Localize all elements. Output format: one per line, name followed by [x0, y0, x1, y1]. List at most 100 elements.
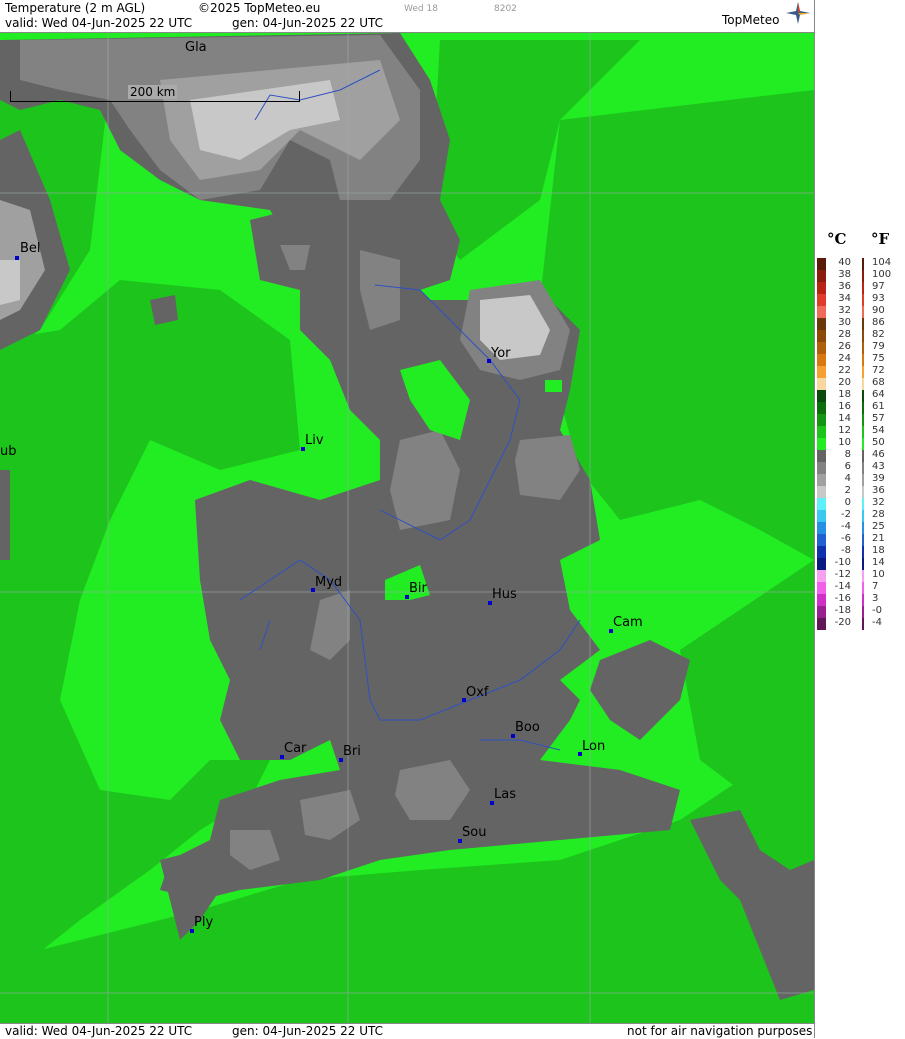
- legend-swatch: [817, 606, 826, 618]
- footer-generated-time: gen: 04-Jun-2025 22 UTC: [232, 1024, 384, 1038]
- legend-swatch: [817, 450, 826, 462]
- city-label-boo[interactable]: Boo: [515, 720, 540, 735]
- legend-celsius-value: 6: [844, 461, 851, 472]
- legend-swatch-f: [862, 282, 864, 294]
- legend-swatch-f: [862, 354, 864, 366]
- legend-swatch: [817, 558, 826, 570]
- legend-celsius-value: 36: [838, 281, 851, 292]
- legend-celsius-value: -8: [841, 545, 851, 556]
- legend-swatch: [817, 330, 826, 342]
- legend-swatch: [817, 522, 826, 534]
- temperature-legend: °C °F 40 104 38 100 36 97 34 93 32 90 30 86 28 82 26 79…: [814, 0, 905, 1038]
- city-label-myd[interactable]: Myd: [315, 575, 342, 590]
- legend-fahrenheit-value: 61: [872, 401, 885, 412]
- legend-celsius-value: 38: [838, 269, 851, 280]
- legend-fahrenheit-value: -0: [872, 605, 882, 616]
- legend-swatch: [817, 378, 826, 390]
- generated-time: gen: 04-Jun-2025 22 UTC: [232, 16, 384, 30]
- legend-fahrenheit-value: 68: [872, 377, 885, 388]
- legend-swatch: [817, 462, 826, 474]
- city-label-bri[interactable]: Bri: [343, 744, 361, 759]
- legend-fahrenheit-value: 7: [872, 581, 879, 592]
- footer-valid-time: valid: Wed 04-Jun-2025 22 UTC: [5, 1024, 193, 1038]
- legend-swatch-f: [862, 606, 864, 618]
- legend-swatch-f: [862, 558, 864, 570]
- legend-swatch-f: [862, 258, 864, 270]
- legend-celsius-value: -4: [841, 521, 851, 532]
- legend-swatch: [817, 510, 826, 522]
- city-label-bir[interactable]: Bir: [409, 581, 427, 596]
- legend-celsius-value: 18: [838, 389, 851, 400]
- legend-swatch-f: [862, 474, 864, 486]
- legend-swatch-f: [862, 594, 864, 606]
- legend-swatch: [817, 414, 826, 426]
- legend-fahrenheit-value: 32: [872, 497, 885, 508]
- legend-fahrenheit-value: 82: [872, 329, 885, 340]
- city-label-sou[interactable]: Sou: [462, 825, 486, 840]
- legend-celsius-value: 22: [838, 365, 851, 376]
- city-label-oxf[interactable]: Oxf: [466, 685, 489, 700]
- legend-swatch-f: [862, 426, 864, 438]
- legend-celsius-value: -2: [841, 509, 851, 520]
- legend-celsius-value: -18: [834, 605, 851, 616]
- legend-fahrenheit-value: 100: [872, 269, 892, 280]
- legend-fahrenheit-value: 18: [872, 545, 885, 556]
- legend-row: -20 -4: [815, 617, 905, 630]
- legend-swatch: [817, 342, 826, 354]
- map-footer: valid: Wed 04-Jun-2025 22 UTC gen: 04-Ju…: [0, 1023, 814, 1039]
- legend-swatch: [817, 534, 826, 546]
- city-label-lon[interactable]: Lon: [582, 739, 605, 754]
- city-label-liv[interactable]: Liv: [305, 433, 324, 448]
- city-label-hus[interactable]: Hus: [492, 587, 517, 602]
- city-label-las[interactable]: Las: [494, 787, 516, 802]
- legend-swatch-f: [862, 414, 864, 426]
- city-label-bel[interactable]: Bel: [20, 241, 41, 256]
- legend-fahrenheit-value: 46: [872, 449, 885, 460]
- legend-swatch: [817, 594, 826, 606]
- valid-time: valid: Wed 04-Jun-2025 22 UTC: [5, 16, 193, 30]
- legend-swatch: [817, 258, 826, 270]
- city-label-ub[interactable]: ub: [0, 444, 17, 459]
- legend-swatch: [817, 294, 826, 306]
- legend-fahrenheit-value: 14: [872, 557, 885, 568]
- legend-swatch-f: [862, 378, 864, 390]
- city-label-gla[interactable]: Gla: [185, 40, 207, 55]
- legend-swatch-f: [862, 618, 864, 630]
- city-label-ply[interactable]: Ply: [194, 915, 213, 930]
- legend-celsius-value: 24: [838, 353, 851, 364]
- copyright: ©2025 TopMeteo.eu: [198, 1, 321, 15]
- temperature-map[interactable]: 200 km: [0, 33, 814, 1023]
- map-title: Temperature (2 m AGL): [5, 1, 146, 15]
- legend-swatch-f: [862, 438, 864, 450]
- legend-swatch-f: [862, 342, 864, 354]
- legend-celsius-value: -20: [834, 617, 851, 628]
- legend-swatch: [817, 618, 826, 630]
- city-label-car[interactable]: Car: [284, 741, 306, 756]
- legend-fahrenheit-value: 64: [872, 389, 885, 400]
- legend-celsius-value: 28: [838, 329, 851, 340]
- celsius-unit: °C: [827, 230, 847, 248]
- legend-swatch-f: [862, 270, 864, 282]
- legend-celsius-value: 8: [844, 449, 851, 460]
- legend-fahrenheit-value: 104: [872, 257, 892, 268]
- legend-swatch-f: [862, 330, 864, 342]
- legend-fahrenheit-value: 90: [872, 305, 885, 316]
- fahrenheit-unit: °F: [871, 230, 890, 248]
- legend-fahrenheit-value: 50: [872, 437, 885, 448]
- legend-celsius-value: 2: [844, 485, 851, 496]
- legend-fahrenheit-value: 10: [872, 569, 885, 580]
- compass-star-icon: [786, 2, 810, 24]
- legend-celsius-value: 14: [838, 413, 851, 424]
- footer-disclaimer: not for air navigation purposes: [627, 1024, 813, 1038]
- legend-swatch-f: [862, 522, 864, 534]
- legend-celsius-value: 20: [838, 377, 851, 388]
- legend-celsius-value: -12: [834, 569, 851, 580]
- legend-fahrenheit-value: 21: [872, 533, 885, 544]
- city-label-cam[interactable]: Cam: [613, 615, 643, 630]
- city-label-yor[interactable]: Yor: [491, 346, 511, 361]
- legend-celsius-value: 26: [838, 341, 851, 352]
- legend-swatch: [817, 366, 826, 378]
- legend-fahrenheit-value: 79: [872, 341, 885, 352]
- legend-swatch-f: [862, 294, 864, 306]
- topmeteo-logo[interactable]: TopMeteo: [722, 13, 779, 27]
